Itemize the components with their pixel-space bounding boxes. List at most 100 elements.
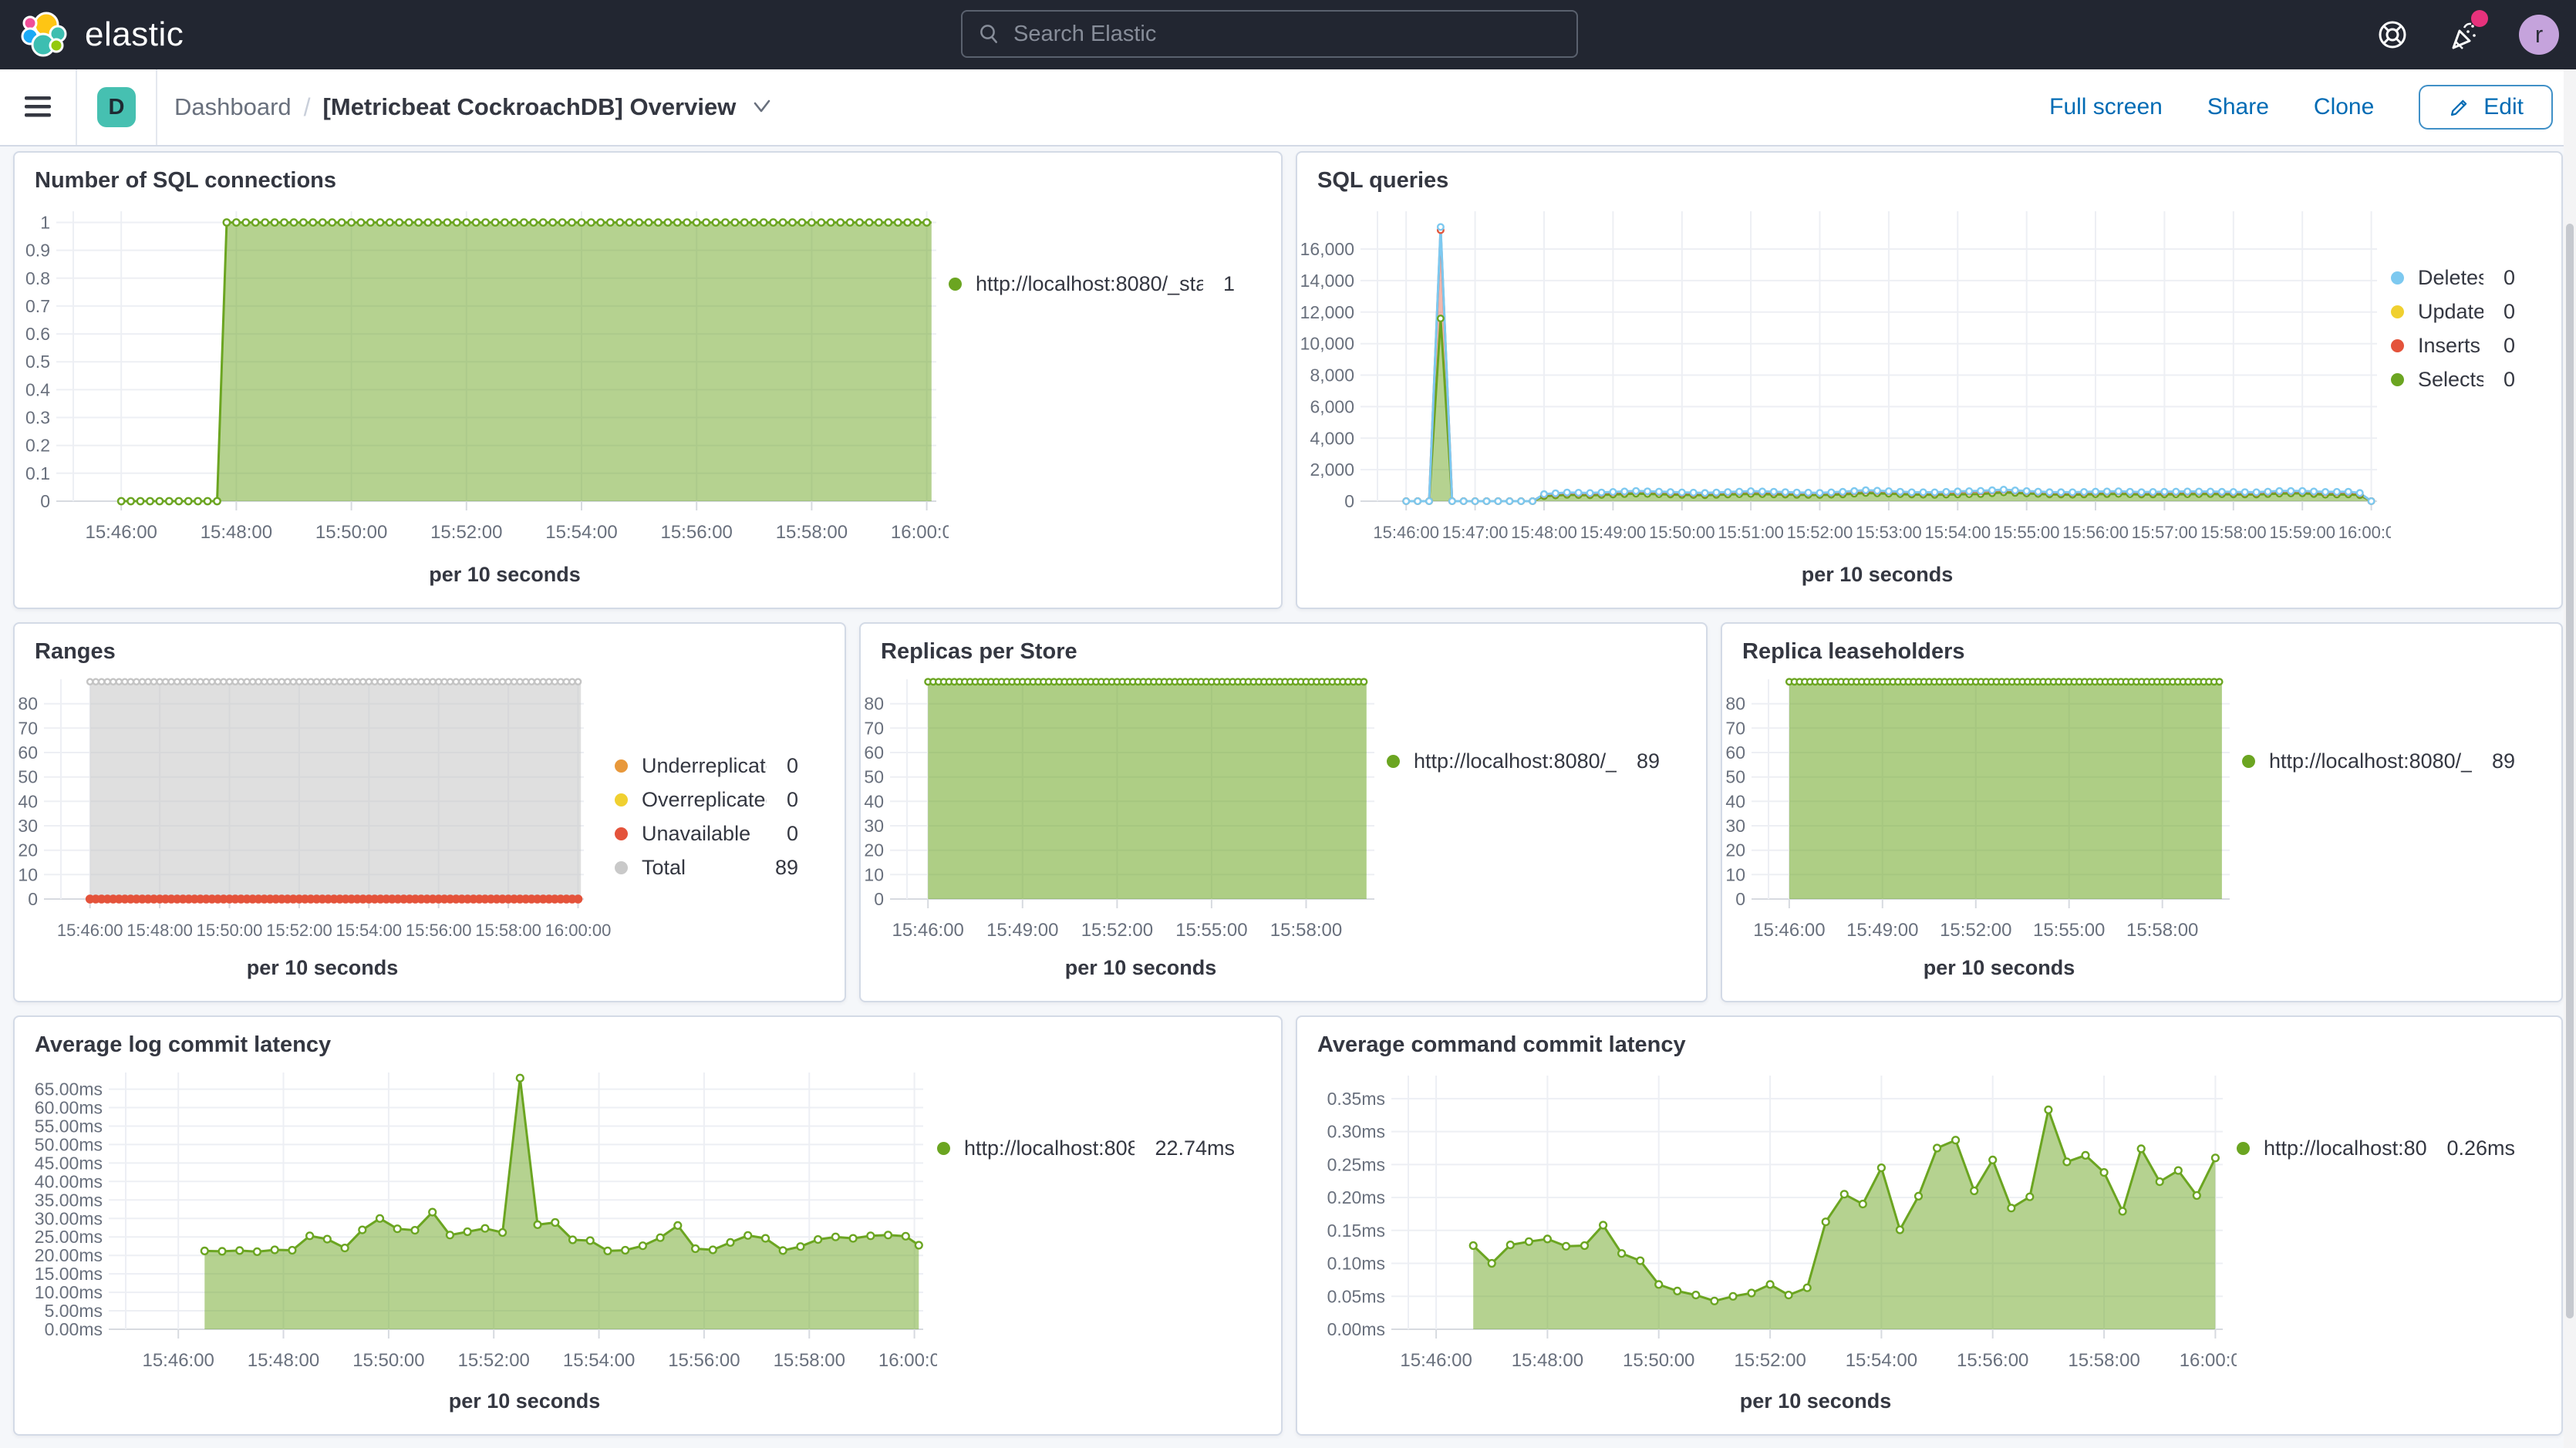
chart-average-command-commit-latency[interactable]: 0.00ms0.05ms0.10ms0.15ms0.20ms0.25ms0.30… [1299,1057,2237,1419]
legend-color-dot [2391,373,2404,386]
svg-text:35.00ms: 35.00ms [35,1190,103,1210]
notification-dot [2471,10,2488,27]
avatar-initial: r [2535,21,2543,49]
svg-text:40: 40 [864,791,884,811]
svg-text:15:53:00: 15:53:00 [1856,523,1922,542]
svg-text:15:52:00: 15:52:00 [430,522,502,543]
chart-replicas-per-store[interactable]: 0102030405060708015:46:0015:49:0015:52:0… [862,664,1387,985]
panel-title: Replicas per Store [861,624,1706,664]
svg-text:15.00ms: 15.00ms [35,1264,103,1284]
dashboard-app-badge[interactable]: D [97,87,136,127]
legend-item[interactable]: Selects0 [2391,362,2515,396]
logo-wordmark: elastic [85,15,184,54]
svg-text:15:48:00: 15:48:00 [126,921,193,940]
app-header: elastic Search Elastic [0,0,2576,69]
chart-replica-leaseholders[interactable]: 0102030405060708015:46:0015:49:0015:52:0… [1724,664,2242,985]
legend-label: http://localhost:8080... [2264,1137,2426,1160]
chart-sql-queries[interactable]: 02,0004,0006,0008,00010,00012,00014,0001… [1299,193,2391,592]
svg-text:15:50:00: 15:50:00 [1623,1350,1694,1371]
svg-text:15:46:00: 15:46:00 [1753,920,1825,941]
legend-color-dot [2391,305,2404,318]
svg-text:60: 60 [18,743,38,763]
legend-item[interactable]: http://localhost:8080/_sta... 89 [2242,744,2515,778]
svg-text:per 10 seconds: per 10 seconds [1802,563,1954,586]
share-link[interactable]: Share [2207,94,2269,120]
legend-color-dot [2237,1142,2250,1155]
legend-item[interactable]: Underreplicated0 [615,749,798,783]
svg-text:0.9: 0.9 [25,241,50,261]
svg-text:70: 70 [18,718,38,738]
svg-text:80: 80 [1725,694,1745,714]
legend-item[interactable]: http://localhost:808...22.74ms [937,1131,1235,1165]
svg-text:15:55:00: 15:55:00 [1175,920,1247,941]
legend-item[interactable]: Unavailable0 [615,817,798,850]
legend-value: 0 [2504,368,2515,392]
svg-text:60.00ms: 60.00ms [35,1098,103,1118]
svg-text:60: 60 [864,743,884,763]
legend-label: Deletes [2418,266,2483,290]
global-search-input[interactable]: Search Elastic [961,10,1578,58]
search-placeholder: Search Elastic [1013,22,1156,47]
legend-item[interactable]: http://localhost:8080/_sta...89 [1387,744,1660,778]
svg-text:0.4: 0.4 [25,379,50,399]
legend-item[interactable]: Inserts0 [2391,328,2515,362]
clone-link[interactable]: Clone [2314,94,2374,120]
svg-text:0: 0 [40,491,50,511]
svg-text:per 10 seconds: per 10 seconds [1740,1389,1892,1413]
legend-value: 89 [2492,749,2515,773]
full-screen-link[interactable]: Full screen [2049,94,2163,120]
breadcrumb-separator: / [304,93,311,122]
svg-text:50.00ms: 50.00ms [35,1134,103,1154]
newsfeed-button[interactable] [2446,16,2483,53]
legend-item[interactable]: Total89 [615,850,798,884]
edit-button[interactable]: Edit [2419,85,2553,130]
svg-text:40: 40 [18,791,38,811]
title-caret[interactable] [750,98,773,116]
legend-label: http://localhost:8080/_sta... [2269,749,2472,773]
menu-button[interactable] [0,69,76,145]
breadcrumb-dashboard[interactable]: Dashboard [174,93,292,121]
svg-text:15:59:00: 15:59:00 [2269,523,2335,542]
legend-item[interactable]: http://localhost:8080...0.26ms [2237,1131,2515,1165]
panel-average-command-commit-latency: Average command commit latency 0.00ms0.0… [1296,1015,2563,1436]
help-button[interactable] [2374,16,2411,53]
legend-item[interactable]: Updates0 [2391,295,2515,328]
scrollbar-thumb[interactable] [2566,224,2574,1318]
scrollbar-track[interactable] [2564,69,2576,1448]
svg-text:40: 40 [1725,791,1745,811]
svg-text:15:47:00: 15:47:00 [1442,523,1509,542]
svg-text:per 10 seconds: per 10 seconds [429,563,581,586]
svg-text:15:46:00: 15:46:00 [1400,1350,1472,1371]
chart-ranges[interactable]: 0102030405060708015:46:0015:48:0015:50:0… [16,664,615,985]
chart-number-of-sql-connections[interactable]: 00.10.20.30.40.50.60.70.80.9115:46:0015:… [16,193,949,592]
panel-title: SQL queries [1297,153,2561,193]
legend-value: 0 [787,754,798,778]
user-avatar[interactable]: r [2519,15,2559,55]
svg-text:80: 80 [864,694,884,714]
svg-text:15:55:00: 15:55:00 [2033,920,2105,941]
panel-title: Average log commit latency [15,1017,1281,1057]
svg-text:25.00ms: 25.00ms [35,1227,103,1247]
elastic-logo[interactable]: elastic [20,0,184,69]
legend-color-dot [615,861,628,874]
toolbar-divider [76,69,77,145]
svg-text:50: 50 [18,767,38,787]
svg-text:10.00ms: 10.00ms [35,1282,103,1302]
legend-item[interactable]: Overreplicated0 [615,783,798,817]
legend-item[interactable]: http://localhost:8080/_stat...1 [949,267,1235,301]
svg-text:0.00ms: 0.00ms [45,1319,103,1339]
svg-text:4,000: 4,000 [1310,428,1354,448]
svg-text:15:46:00: 15:46:00 [85,522,157,543]
svg-text:15:58:00: 15:58:00 [2200,523,2267,542]
svg-text:15:49:00: 15:49:00 [986,920,1058,941]
svg-text:0: 0 [1344,491,1354,511]
svg-text:60: 60 [1725,743,1745,763]
svg-text:0.1: 0.1 [25,463,50,483]
panel-title: Replica leaseholders [1722,624,2561,664]
svg-text:15:52:00: 15:52:00 [1787,523,1853,542]
chart-average-log-commit-latency[interactable]: 0.00ms5.00ms10.00ms15.00ms20.00ms25.00ms… [16,1057,937,1419]
svg-text:0.30ms: 0.30ms [1327,1122,1385,1142]
svg-text:20: 20 [864,840,884,860]
svg-text:55.00ms: 55.00ms [35,1116,103,1137]
legend-item[interactable]: Deletes0 [2391,261,2515,295]
